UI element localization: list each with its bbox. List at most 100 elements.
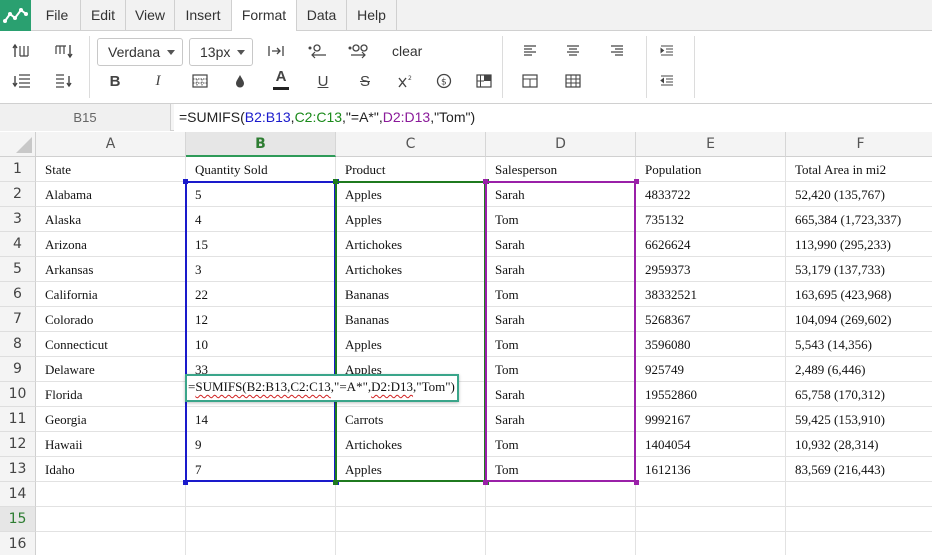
cell-c13[interactable]: Apples (336, 457, 486, 482)
cell-e4[interactable]: 6626624 (636, 232, 786, 257)
row-header[interactable]: 3 (0, 207, 36, 232)
menu-format[interactable]: Format (231, 0, 297, 32)
cell-c5[interactable]: Artichokes (336, 257, 486, 282)
merge-cells-icon[interactable] (472, 70, 496, 92)
cell-editor[interactable]: =SUMIFS(B2:B13,C2:C13,"=A*",D2:D13,"Tom"… (185, 374, 459, 402)
cell-a8[interactable]: Connecticut (36, 332, 186, 357)
cell-f7[interactable]: 104,094 (269,602) (786, 307, 932, 332)
cell-reference-box[interactable]: B15 (0, 104, 171, 131)
cell-b1[interactable]: Quantity Sold (186, 157, 336, 182)
formula-input[interactable]: =SUMIFS(B2:B13,C2:C13,"=A*",D2:D13,"Tom"… (174, 104, 932, 131)
cell-a15[interactable] (36, 507, 186, 532)
row-header[interactable]: 4 (0, 232, 36, 257)
cell-c15[interactable] (336, 507, 486, 532)
cell-d13[interactable]: Tom (486, 457, 636, 482)
cell-b13[interactable]: 7 (186, 457, 336, 482)
cell-d10[interactable]: Sarah (486, 382, 636, 407)
cell-c7[interactable]: Bananas (336, 307, 486, 332)
cell-d14[interactable] (486, 482, 636, 507)
menu-view[interactable]: View (126, 0, 175, 31)
cell-c14[interactable] (336, 482, 486, 507)
align-center-icon[interactable] (561, 40, 585, 62)
cell-d3[interactable]: Tom (486, 207, 636, 232)
menu-insert[interactable]: Insert (175, 0, 232, 31)
cell-b16[interactable] (186, 532, 336, 555)
column-header-e[interactable]: E (636, 132, 786, 157)
cell-e11[interactable]: 9992167 (636, 407, 786, 432)
cell-a11[interactable]: Georgia (36, 407, 186, 432)
row-header[interactable]: 8 (0, 332, 36, 357)
cell-c3[interactable]: Apples (336, 207, 486, 232)
cell-a6[interactable]: California (36, 282, 186, 307)
cell-d16[interactable] (486, 532, 636, 555)
indent-increase-icon[interactable] (655, 40, 679, 62)
cell-a12[interactable]: Hawaii (36, 432, 186, 457)
cell-e8[interactable]: 3596080 (636, 332, 786, 357)
cell-f1[interactable]: Total Area in mi2 (786, 157, 932, 182)
cell-c6[interactable]: Bananas (336, 282, 486, 307)
row-header[interactable]: 15 (0, 507, 36, 532)
cell-a10[interactable]: Florida (36, 382, 186, 407)
cell-a16[interactable] (36, 532, 186, 555)
cell-b8[interactable]: 10 (186, 332, 336, 357)
cell-f3[interactable]: 665,384 (1,723,337) (786, 207, 932, 232)
row-header[interactable]: 13 (0, 457, 36, 482)
cell-b4[interactable]: 15 (186, 232, 336, 257)
row-header[interactable]: 11 (0, 407, 36, 432)
cell-f10[interactable]: 65,758 (170,312) (786, 382, 932, 407)
row-header[interactable]: 7 (0, 307, 36, 332)
spreadsheet-grid[interactable]: A B C D E F 1 State Quantity Sold Product Salesper… (0, 132, 932, 555)
cell-d9[interactable]: Tom (486, 357, 636, 382)
menu-file[interactable]: File (34, 0, 81, 31)
fill-color-icon[interactable] (228, 70, 252, 92)
cell-format-icon[interactable] (188, 70, 212, 92)
cell-b15[interactable] (186, 507, 336, 532)
cell-d6[interactable]: Tom (486, 282, 636, 307)
cell-d7[interactable]: Sarah (486, 307, 636, 332)
cell-b12[interactable]: 9 (186, 432, 336, 457)
range-resize-handle[interactable] (634, 179, 639, 184)
range-resize-handle[interactable] (183, 179, 188, 184)
cell-c16[interactable] (336, 532, 486, 555)
range-resize-handle[interactable] (634, 480, 639, 485)
cell-e12[interactable]: 1404054 (636, 432, 786, 457)
cell-d15[interactable] (486, 507, 636, 532)
clear-format-button[interactable]: clear (392, 43, 422, 59)
row-header[interactable]: 10 (0, 382, 36, 407)
cell-b6[interactable]: 22 (186, 282, 336, 307)
insert-column-icon[interactable] (52, 40, 76, 62)
cell-e5[interactable]: 2959373 (636, 257, 786, 282)
row-header[interactable]: 6 (0, 282, 36, 307)
insert-row-above-icon[interactable] (10, 40, 34, 62)
cell-d11[interactable]: Sarah (486, 407, 636, 432)
cell-d12[interactable]: Tom (486, 432, 636, 457)
align-left-icon[interactable] (518, 40, 542, 62)
borders-icon[interactable] (518, 70, 542, 92)
cell-a14[interactable] (36, 482, 186, 507)
cell-e10[interactable]: 19552860 (636, 382, 786, 407)
superscript-icon[interactable]: 2 (393, 70, 417, 92)
menu-data[interactable]: Data (297, 0, 347, 31)
range-resize-handle[interactable] (333, 480, 338, 485)
cell-f16[interactable] (786, 532, 932, 555)
range-resize-handle[interactable] (483, 480, 488, 485)
row-header[interactable]: 9 (0, 357, 36, 382)
cell-f9[interactable]: 2,489 (6,446) (786, 357, 932, 382)
font-size-select[interactable]: 13px (189, 38, 253, 66)
row-header[interactable]: 16 (0, 532, 36, 555)
range-resize-handle[interactable] (333, 179, 338, 184)
cell-f8[interactable]: 5,543 (14,356) (786, 332, 932, 357)
cell-b14[interactable] (186, 482, 336, 507)
strikethrough-button[interactable]: S (353, 70, 377, 92)
cell-f6[interactable]: 163,695 (423,968) (786, 282, 932, 307)
range-resize-handle[interactable] (183, 480, 188, 485)
cell-a3[interactable]: Alaska (36, 207, 186, 232)
delete-row-icon[interactable] (10, 70, 34, 92)
cell-e16[interactable] (636, 532, 786, 555)
cell-c4[interactable]: Artichokes (336, 232, 486, 257)
cell-e6[interactable]: 38332521 (636, 282, 786, 307)
all-borders-icon[interactable] (561, 70, 585, 92)
cell-a7[interactable]: Colorado (36, 307, 186, 332)
menu-help[interactable]: Help (347, 0, 397, 31)
cell-c2[interactable]: Apples (336, 182, 486, 207)
